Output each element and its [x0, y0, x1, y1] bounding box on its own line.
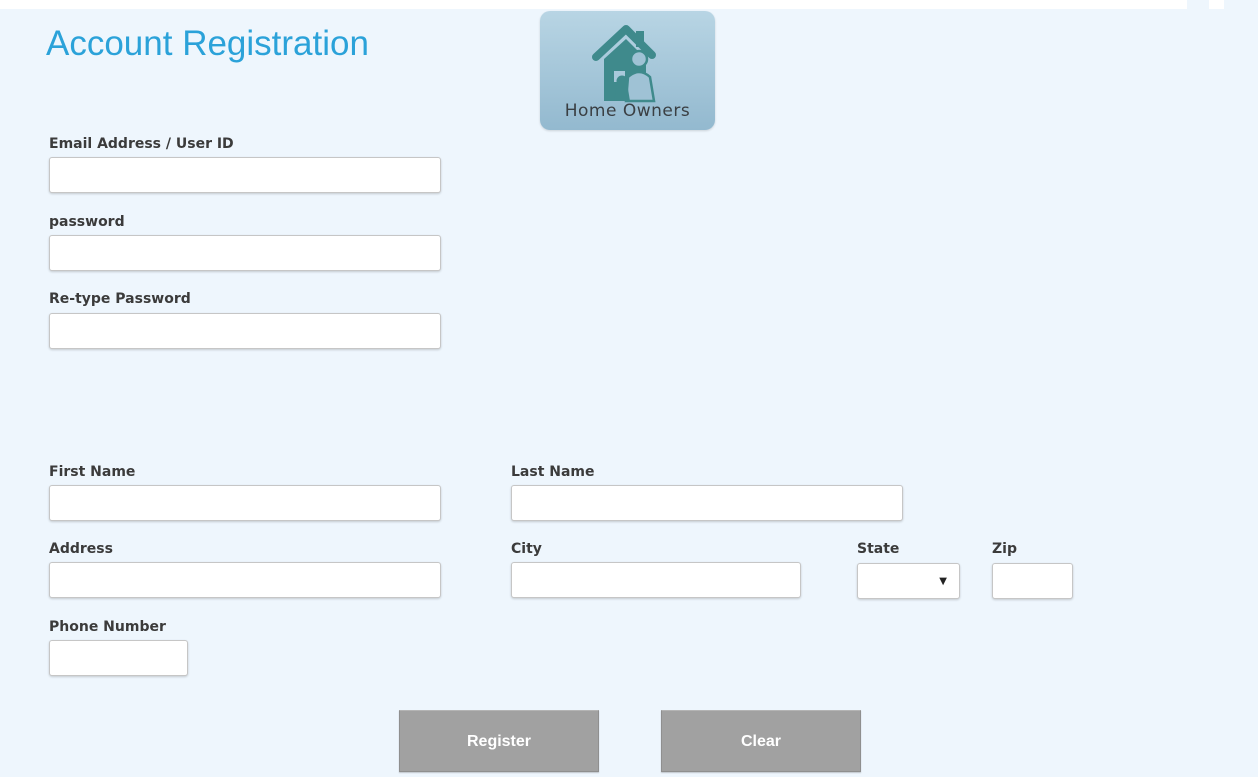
city-input[interactable] [511, 562, 801, 598]
state-label: State [857, 541, 900, 557]
last-name-label: Last Name [511, 464, 595, 480]
clear-button[interactable]: Clear [661, 710, 861, 772]
retype-password-label: Re-type Password [49, 291, 191, 307]
corner-mark-right [1224, 0, 1258, 9]
password-input[interactable] [49, 235, 441, 271]
badge-label: Home Owners [564, 101, 691, 121]
zip-label: Zip [992, 541, 1017, 557]
first-name-label: First Name [49, 464, 136, 480]
corner-mark-left [1187, 0, 1209, 9]
phone-input[interactable] [49, 640, 188, 676]
city-label: City [511, 541, 542, 557]
page-title: Account Registration [46, 24, 369, 63]
address-label: Address [49, 541, 113, 557]
phone-label: Phone Number [49, 619, 166, 635]
retype-password-input[interactable] [49, 313, 441, 349]
registration-page: Account Registration Home Owners Email A… [0, 0, 1258, 777]
caret-down-icon: ▼ [939, 576, 947, 587]
email-label: Email Address / User ID [49, 136, 234, 152]
zip-input[interactable] [992, 563, 1073, 599]
home-owners-badge: Home Owners [540, 11, 715, 130]
first-name-input[interactable] [49, 485, 441, 521]
register-button[interactable]: Register [399, 710, 599, 772]
top-strip [0, 0, 1258, 9]
house-family-icon [592, 25, 656, 103]
state-select[interactable]: ▼ [857, 563, 960, 599]
last-name-input[interactable] [511, 485, 903, 521]
email-input[interactable] [49, 157, 441, 193]
password-label: password [49, 214, 125, 230]
address-input[interactable] [49, 562, 441, 598]
